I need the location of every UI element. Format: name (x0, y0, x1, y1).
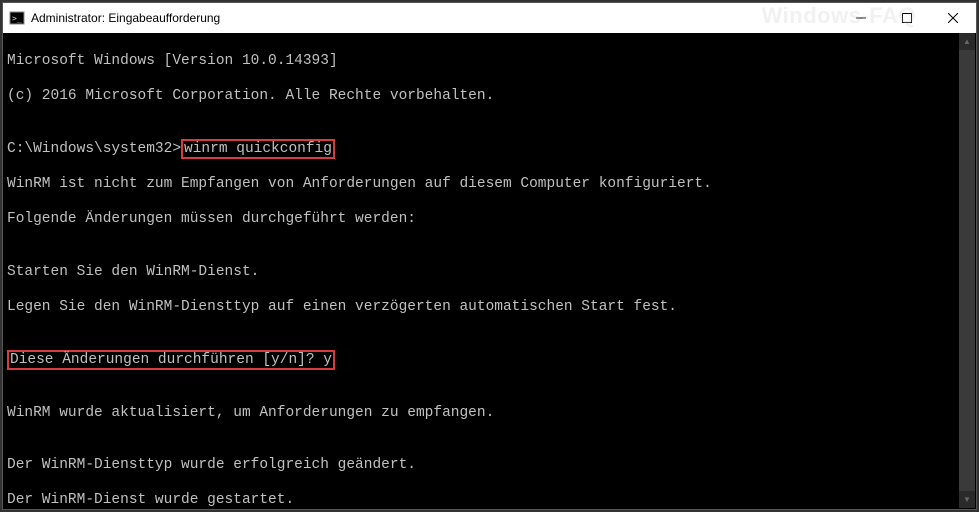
svg-text:>_: >_ (12, 14, 22, 23)
scrollbar-thumb[interactable] (959, 50, 975, 491)
output-line: Microsoft Windows [Version 10.0.14393] (7, 53, 972, 71)
prompt: C:\Windows\system32> (7, 141, 181, 157)
highlighted-command: winrm quickconfig (181, 139, 335, 159)
maximize-button[interactable] (884, 3, 930, 33)
close-button[interactable] (930, 3, 976, 33)
scroll-up-button[interactable]: ▲ (959, 33, 975, 50)
cmd-icon: >_ (9, 10, 25, 26)
output-line: WinRM wurde aktualisiert, um Anforderung… (7, 405, 972, 423)
output-line: Folgende Änderungen müssen durchgeführt … (7, 211, 972, 229)
output-line: Starten Sie den WinRM-Dienst. (7, 264, 972, 282)
output-line: Der WinRM-Dienst wurde gestartet. (7, 492, 972, 509)
output-line: C:\Windows\system32>winrm quickconfig (7, 140, 972, 159)
output-line: Der WinRM-Diensttyp wurde erfolgreich ge… (7, 457, 972, 475)
highlighted-prompt: Diese Änderungen durchführen [y/n]? y (7, 350, 335, 370)
titlebar[interactable]: >_ Administrator: Eingabeaufforderung (3, 3, 976, 33)
output-line: Diese Änderungen durchführen [y/n]? y (7, 351, 972, 370)
command-prompt-window: >_ Administrator: Eingabeaufforderung Mi… (2, 2, 977, 510)
output-line: WinRM ist nicht zum Empfangen von Anford… (7, 176, 972, 194)
output-line: Legen Sie den WinRM-Diensttyp auf einen … (7, 299, 972, 317)
scroll-down-button[interactable]: ▼ (959, 491, 975, 508)
window-title: Administrator: Eingabeaufforderung (31, 11, 220, 25)
terminal-output[interactable]: Microsoft Windows [Version 10.0.14393] (… (3, 33, 976, 509)
minimize-button[interactable] (838, 3, 884, 33)
scrollbar[interactable]: ▲ ▼ (959, 33, 975, 508)
output-line: (c) 2016 Microsoft Corporation. Alle Rec… (7, 88, 972, 106)
